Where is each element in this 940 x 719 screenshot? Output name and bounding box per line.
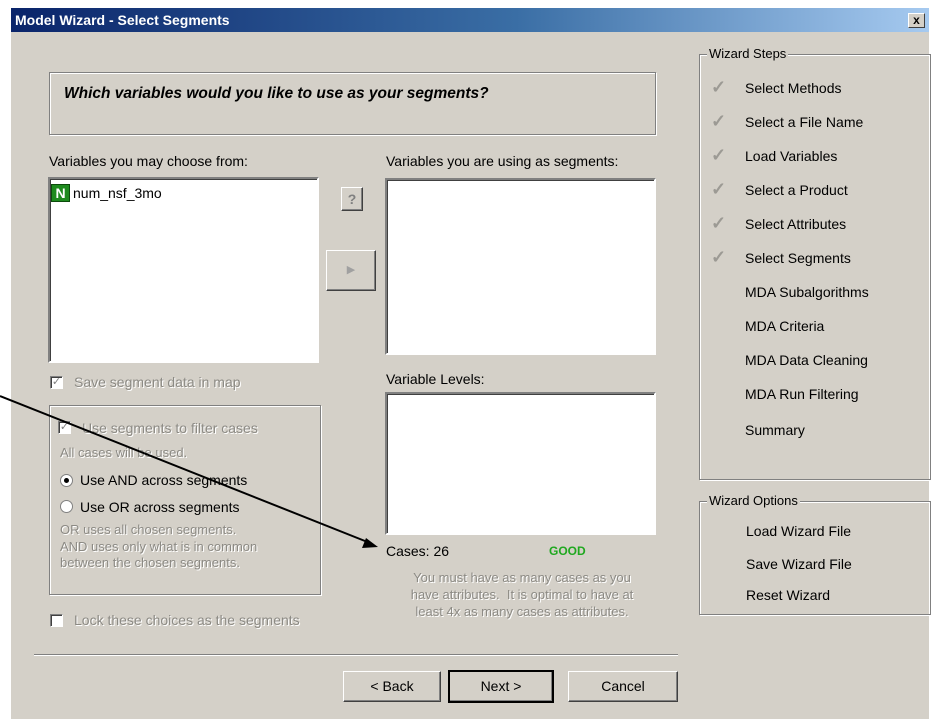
wizard-step-item: MDA Run Filtering: [745, 386, 859, 402]
back-button[interactable]: < Back: [343, 671, 441, 702]
wizard-step-item: Select Methods: [745, 80, 842, 96]
save-wizard-file-link[interactable]: Save Wizard File: [746, 556, 852, 572]
load-wizard-file-link[interactable]: Load Wizard File: [746, 523, 851, 539]
wizard-steps-title: Wizard Steps: [707, 46, 789, 61]
wizard-step-item: MDA Data Cleaning: [745, 352, 868, 368]
next-button[interactable]: Next >: [448, 670, 554, 703]
wizard-step-item: MDA Criteria: [745, 318, 825, 334]
step-check-icon: ✓: [711, 247, 727, 267]
wizard-step-item: Summary: [745, 422, 805, 438]
step-check-icon: ✓: [711, 111, 727, 131]
wizard-step-item: Select a File Name: [745, 114, 864, 130]
step-check-icon: ✓: [711, 213, 727, 233]
separator: [34, 654, 678, 656]
wizard-options-title: Wizard Options: [707, 493, 800, 508]
wizard-step-item: Select Attributes: [745, 216, 847, 232]
cancel-button[interactable]: Cancel: [568, 671, 678, 702]
wizard-step-item: MDA Subalgorithms: [745, 284, 869, 300]
reset-wizard-link[interactable]: Reset Wizard: [746, 587, 830, 603]
step-check-icon: ✓: [711, 77, 727, 97]
wizard-step-item: Select Segments: [745, 250, 851, 266]
step-check-icon: ✓: [711, 145, 727, 165]
wizard-step-item: Load Variables: [745, 148, 838, 164]
step-check-icon: ✓: [711, 179, 727, 199]
wizard-step-item: Select a Product: [745, 182, 848, 198]
